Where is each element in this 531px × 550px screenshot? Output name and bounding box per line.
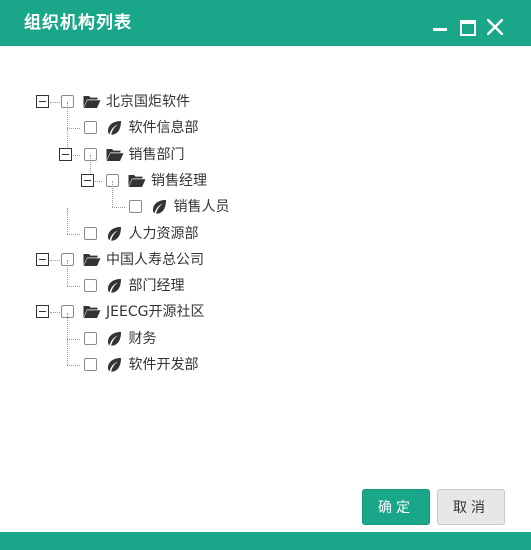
- tree-node-label: JEECG开源社区: [106, 304, 205, 321]
- leaf-icon: [106, 278, 124, 294]
- tree-node[interactable]: 人力资源部: [0, 222, 531, 246]
- tree-node-checkbox[interactable]: [83, 358, 97, 371]
- folder-open-icon: [128, 173, 146, 189]
- folder-open-icon: [83, 252, 101, 268]
- leaf-icon: [106, 357, 124, 373]
- tree-node[interactable]: 软件信息部: [0, 116, 531, 140]
- tree-node-checkbox[interactable]: [83, 121, 97, 135]
- confirm-button[interactable]: 确定: [362, 489, 430, 525]
- collapse-toggle-icon[interactable]: [81, 173, 94, 187]
- collapse-toggle-icon[interactable]: [58, 147, 72, 161]
- tree-node-label: 中国人寿总公司: [106, 251, 204, 268]
- tree-node-label: 人力资源部: [128, 225, 199, 242]
- tree-node-checkbox[interactable]: [128, 200, 142, 214]
- tree-node[interactable]: 销售经理: [0, 169, 531, 193]
- cancel-button[interactable]: 取消: [437, 489, 505, 525]
- close-icon[interactable]: [484, 0, 506, 46]
- tree-node[interactable]: 软件开发部: [0, 353, 531, 377]
- leaf-icon: [151, 199, 169, 215]
- dialog-footer-bar: [0, 532, 531, 550]
- tree-node-label: 部门经理: [128, 278, 185, 295]
- tree-node-checkbox[interactable]: [83, 279, 97, 293]
- tree-node[interactable]: 北京国炬软件: [0, 90, 531, 114]
- dialog-titlebar: 组织机构列表: [0, 0, 531, 46]
- tree-node-label: 销售经理: [151, 172, 207, 189]
- minimize-icon[interactable]: [430, 0, 452, 46]
- collapse-toggle-icon[interactable]: [36, 95, 49, 108]
- tree-node[interactable]: 销售部门: [0, 143, 531, 167]
- collapse-toggle-icon[interactable]: [36, 305, 49, 319]
- tree-node[interactable]: 销售人员: [0, 195, 531, 219]
- tree-node[interactable]: 财务: [0, 327, 531, 351]
- tree-node[interactable]: 中国人寿总公司: [0, 248, 531, 272]
- tree-node-label: 销售部门: [128, 146, 185, 163]
- tree-node-checkbox[interactable]: [83, 226, 97, 240]
- folder-open-icon: [106, 147, 124, 163]
- tree-node-label: 财务: [128, 330, 157, 347]
- tree-node-label: 销售人员: [173, 199, 230, 216]
- tree-node-checkbox[interactable]: [83, 331, 97, 345]
- tree-node-label: 软件信息部: [128, 120, 199, 137]
- tree-node-label: 软件开发部: [128, 357, 199, 373]
- dialog-title: 组织机构列表: [24, 13, 132, 33]
- tree-node[interactable]: JEECG开源社区: [0, 300, 531, 324]
- tree-node[interactable]: 部门经理: [0, 274, 531, 298]
- leaf-icon: [106, 226, 124, 242]
- maximize-icon[interactable]: [457, 0, 479, 46]
- tree-node-label: 北京国炬软件: [106, 94, 190, 110]
- collapse-toggle-icon[interactable]: [36, 252, 49, 266]
- folder-open-icon: [83, 304, 101, 320]
- leaf-icon: [106, 331, 124, 347]
- leaf-icon: [106, 120, 124, 136]
- folder-open-icon: [83, 94, 101, 110]
